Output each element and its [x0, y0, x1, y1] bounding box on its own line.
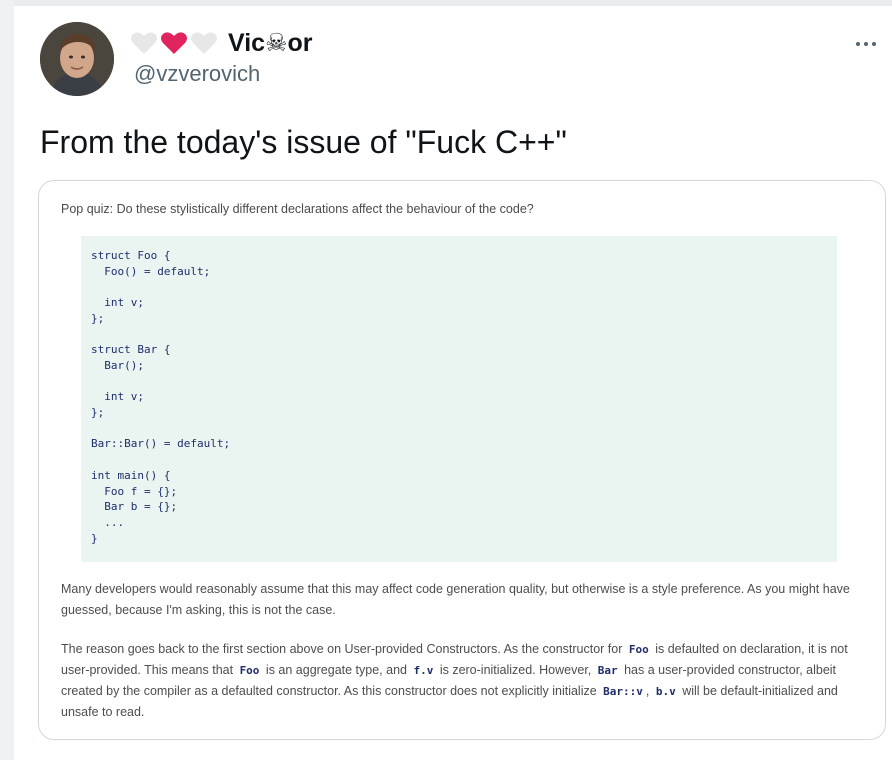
code-line: int v;	[91, 296, 144, 310]
avatar[interactable]	[40, 22, 114, 96]
code-line: int v;	[91, 390, 144, 404]
attached-image-card[interactable]: Pop quiz: Do these stylistically differe…	[38, 180, 886, 740]
inline-code: Foo	[239, 664, 260, 677]
code-line: Foo f = {};	[91, 484, 178, 498]
red-heart-icon	[160, 30, 188, 56]
avatar-image	[40, 22, 114, 96]
para2-text: The reason goes back to the first sectio…	[61, 642, 626, 656]
code-line: struct Foo {	[91, 249, 171, 262]
inline-code: f.v	[413, 664, 434, 677]
user-handle[interactable]: @vzverovich	[134, 61, 260, 87]
inline-code: Foo	[628, 643, 649, 656]
code-line: };	[91, 406, 105, 419]
paragraph-1: Many developers would reasonably assume …	[61, 582, 850, 617]
name-row[interactable]: Vic☠or	[130, 26, 313, 60]
para2-text: is zero-initialized. However,	[436, 663, 595, 677]
inline-code: Bar	[597, 664, 618, 677]
code-block: struct Foo { Foo() = default; int v;}; st…	[81, 236, 837, 562]
code-line: }	[91, 531, 98, 545]
paragraph-2: The reason goes back to the first sectio…	[61, 639, 861, 723]
code-line: ...	[91, 515, 125, 529]
white-heart-icon	[190, 30, 218, 56]
dot-icon	[856, 42, 860, 46]
code-line: Bar();	[91, 358, 144, 372]
code-line: Foo() = default;	[91, 264, 211, 278]
dot-icon	[864, 42, 868, 46]
code-line: };	[91, 311, 105, 325]
code-line: int main() {	[91, 468, 171, 482]
inline-code: b.v	[655, 685, 676, 698]
para2-text: ,	[645, 684, 653, 698]
top-border	[0, 0, 892, 6]
quiz-question: Pop quiz: Do these stylistically differe…	[61, 202, 534, 216]
white-heart-icon	[130, 30, 158, 56]
inline-code: Bar::v	[603, 685, 643, 698]
left-border	[0, 0, 14, 760]
more-options-button[interactable]	[848, 32, 884, 56]
para2-text: is an aggregate type, and	[262, 663, 411, 677]
display-name[interactable]: Vic☠or	[228, 28, 313, 58]
dot-icon	[872, 42, 876, 46]
tweet-frame: Vic☠or @vzverovich From the today's issu…	[0, 0, 892, 760]
code-line: struct Bar {	[91, 343, 171, 357]
code-line: Bar::Bar() = default;	[91, 437, 231, 451]
tweet-text: From the today's issue of "Fuck C++"	[40, 124, 567, 160]
code-line: Bar b = {};	[91, 500, 178, 514]
